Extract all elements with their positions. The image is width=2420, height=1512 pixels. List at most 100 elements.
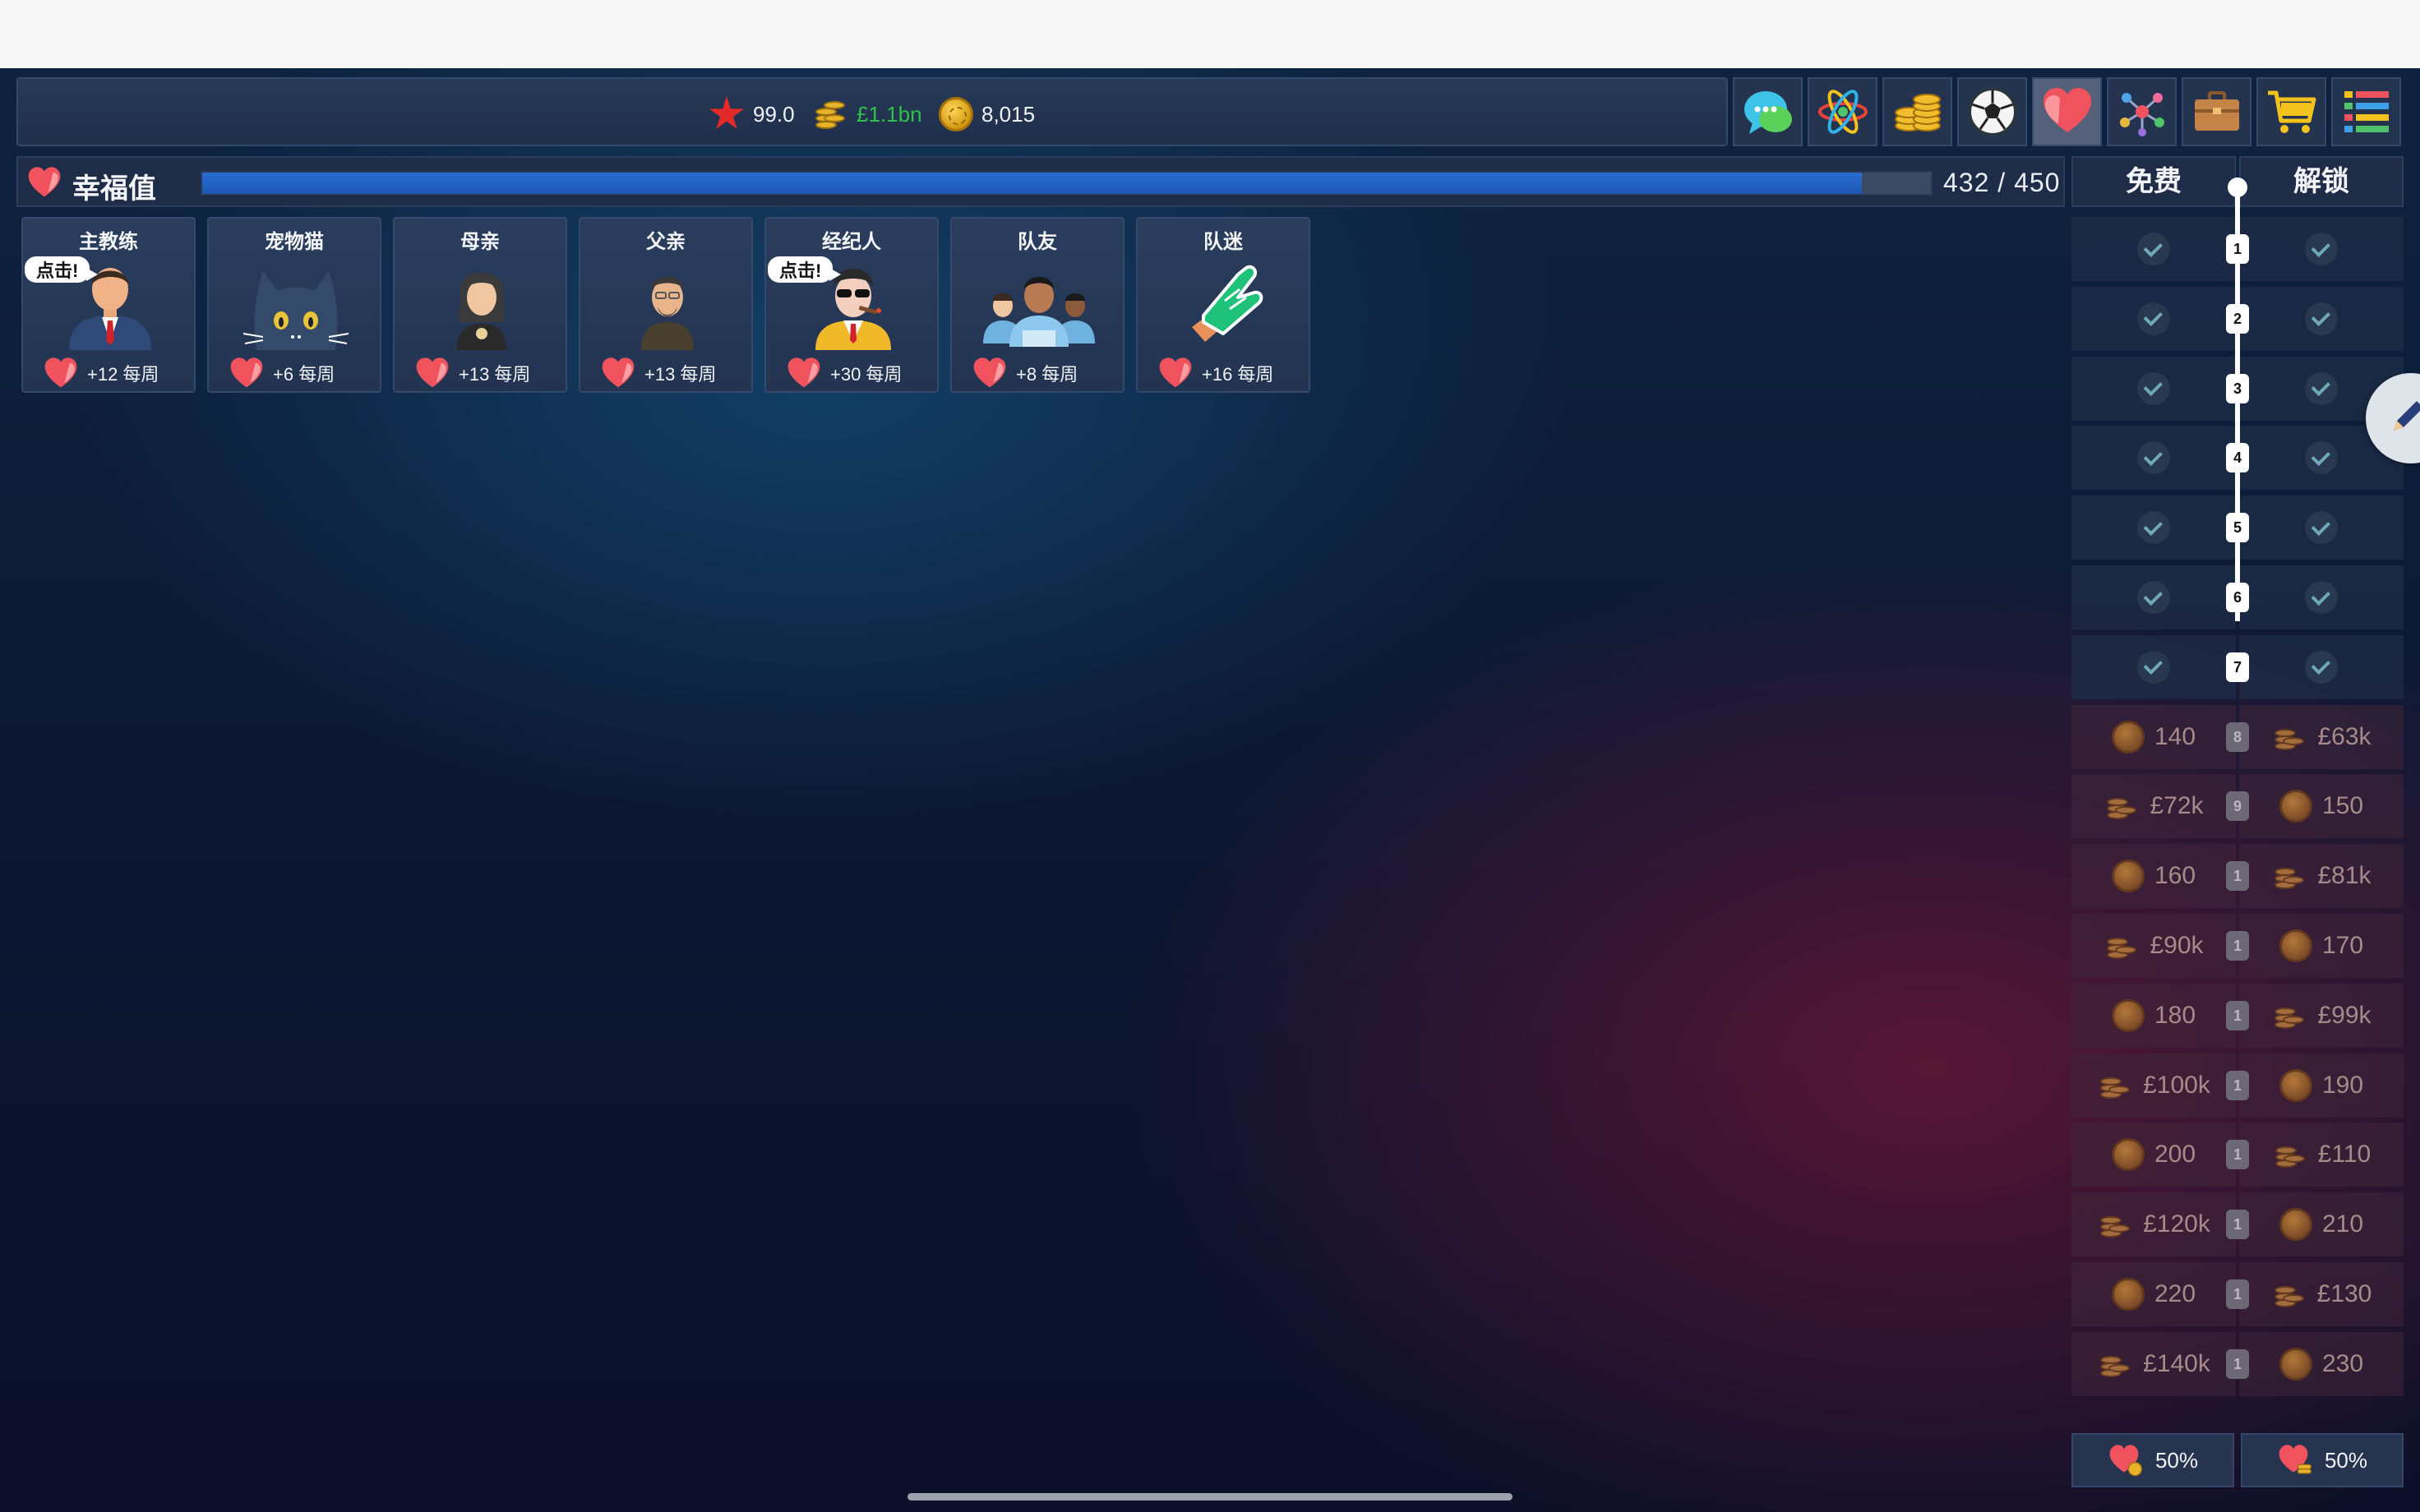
nav-football-button[interactable] xyxy=(1957,77,2027,146)
card-bonus: +13 每周 xyxy=(414,357,530,390)
teammates-icon xyxy=(983,277,1095,347)
free-reward-cell[interactable]: 200 xyxy=(2071,1122,2236,1187)
nav-shop-button[interactable] xyxy=(2256,77,2326,146)
cash-stack-icon xyxy=(2104,929,2140,962)
unlock-reward-cell[interactable] xyxy=(2239,286,2404,351)
card-mother[interactable]: 母亲 +13 每周 xyxy=(393,217,567,393)
reward-amount: 190 xyxy=(2321,1071,2364,1099)
home-indicator[interactable] xyxy=(908,1493,1512,1500)
unlock-reward-cell[interactable]: 170 xyxy=(2239,914,2404,978)
check-icon xyxy=(2137,233,2170,265)
father-icon xyxy=(641,277,694,350)
mother-icon xyxy=(457,272,506,350)
resource-bar: 99.0 £1.1bn 8,015 xyxy=(16,77,1728,146)
free-reward-cell[interactable]: £140k xyxy=(2071,1331,2236,1396)
card-bonus: +16 每周 xyxy=(1157,357,1273,390)
cash-stack-icon xyxy=(2271,721,2307,754)
reward-amount: 200 xyxy=(2154,1141,2196,1169)
free-reward-cell[interactable] xyxy=(2071,634,2236,699)
free-reward-cell[interactable]: 160 xyxy=(2071,844,2236,909)
unlock-reward-cell[interactable]: £81k xyxy=(2239,844,2404,909)
card-name: 主教练 xyxy=(79,231,138,253)
reward-amount: 150 xyxy=(2321,792,2364,820)
reward-amount: 140 xyxy=(2154,722,2196,750)
unlock-multiplier[interactable]: 50% xyxy=(2241,1433,2404,1487)
check-icon xyxy=(2305,371,2338,405)
card-bonus: +13 每周 xyxy=(600,357,716,390)
unlock-reward-cell[interactable]: 150 xyxy=(2239,774,2404,839)
unlock-reward-cell[interactable]: 230 xyxy=(2239,1331,2404,1396)
free-reward-cell[interactable] xyxy=(2071,286,2236,351)
cart-icon xyxy=(2267,90,2316,133)
check-icon xyxy=(2305,302,2338,335)
unlock-reward-cell[interactable]: £110 xyxy=(2239,1122,2404,1187)
reward-amount: £72k xyxy=(2150,792,2204,820)
free-reward-cell[interactable]: £100k xyxy=(2071,1053,2236,1118)
nav-finance-button[interactable] xyxy=(1882,77,1952,146)
chat-icon xyxy=(1743,91,1792,134)
rating-value: 99.0 xyxy=(753,101,795,127)
free-reward-cell[interactable] xyxy=(2071,217,2236,281)
unlock-reward-cell[interactable]: 190 xyxy=(2239,1053,2404,1118)
nav-career-button[interactable] xyxy=(2182,77,2251,146)
heart-icon xyxy=(602,357,635,388)
reward-amount: £110 xyxy=(2317,1141,2372,1169)
heart-icon xyxy=(44,357,77,388)
reward-amount: £63k xyxy=(2317,722,2372,750)
nav-chat-button[interactable] xyxy=(1733,77,1803,146)
heart-icon xyxy=(973,357,1006,388)
reward-amount: 230 xyxy=(2321,1349,2364,1377)
free-reward-cell[interactable]: £120k xyxy=(2071,1192,2236,1257)
check-icon xyxy=(2305,233,2338,265)
free-reward-cell[interactable]: 180 xyxy=(2071,983,2236,1048)
check-icon xyxy=(2137,371,2170,405)
card-teammates[interactable]: 队友 +8 每周 xyxy=(950,217,1125,393)
relationship-cards: 主教练 点击! +12 每周 宠物猫 +6 每周 母亲 +13 每周 父亲 +1… xyxy=(21,217,1310,393)
happiness-title: 幸福值 xyxy=(72,173,156,205)
card-agent[interactable]: 经纪人 点击! +30 每周 xyxy=(764,217,939,393)
unlock-reward-cell[interactable]: £99k xyxy=(2239,983,2404,1048)
free-reward-cell[interactable]: 140 xyxy=(2071,704,2236,769)
nav-network-button[interactable] xyxy=(2107,77,2177,146)
unlock-reward-cell[interactable]: £130 xyxy=(2239,1262,2404,1326)
check-icon xyxy=(2305,511,2338,545)
card-head-coach[interactable]: 主教练 点击! +12 每周 xyxy=(21,217,196,393)
cash-stack-icon xyxy=(2272,1138,2308,1171)
level-marker: 1 xyxy=(2226,1140,2249,1170)
nav-atom-button[interactable] xyxy=(1808,77,1877,146)
free-reward-cell[interactable]: 220 xyxy=(2071,1262,2236,1326)
free-reward-cell[interactable] xyxy=(2071,426,2236,491)
free-multiplier[interactable]: 50% xyxy=(2071,1433,2234,1487)
tap-bubble[interactable]: 点击! xyxy=(25,256,99,283)
coin-icon xyxy=(2111,1138,2145,1172)
heart-icon xyxy=(416,357,449,388)
card-fans[interactable]: 队迷 +16 每周 xyxy=(1136,217,1310,393)
game-background: 99.0 £1.1bn 8,015 幸福值 432 / 450 主教练 点击! … xyxy=(0,0,2420,1512)
heart-icon xyxy=(1159,357,1192,388)
nav-happiness-button[interactable] xyxy=(2032,77,2102,146)
coin-icon xyxy=(2279,1208,2312,1242)
unlock-reward-cell[interactable] xyxy=(2239,634,2404,699)
unlock-reward-cell[interactable] xyxy=(2239,496,2404,560)
track-spine-cap xyxy=(2228,177,2247,197)
list-icon xyxy=(2344,91,2389,132)
money-value: £1.1bn xyxy=(857,101,922,127)
happiness-progress-fill xyxy=(202,173,1862,194)
free-reward-cell[interactable] xyxy=(2071,565,2236,629)
free-reward-cell[interactable]: £90k xyxy=(2071,914,2236,978)
level-marker: 1 xyxy=(2226,1279,2249,1309)
reward-amount: £81k xyxy=(2317,862,2372,890)
unlock-reward-cell[interactable]: £63k xyxy=(2239,704,2404,769)
check-icon xyxy=(2305,441,2338,475)
tap-bubble[interactable]: 点击! xyxy=(768,256,842,283)
card-father[interactable]: 父亲 +13 每周 xyxy=(579,217,753,393)
free-reward-cell[interactable] xyxy=(2071,496,2236,560)
unlock-reward-cell[interactable] xyxy=(2239,565,2404,629)
free-reward-cell[interactable]: £72k xyxy=(2071,774,2236,839)
card-bonus: +12 每周 xyxy=(43,357,159,390)
card-pet-cat[interactable]: 宠物猫 +6 每周 xyxy=(207,217,381,393)
nav-menu-button[interactable] xyxy=(2331,77,2401,146)
unlock-reward-cell[interactable] xyxy=(2239,217,2404,281)
free-reward-cell[interactable] xyxy=(2071,356,2236,421)
unlock-reward-cell[interactable]: 210 xyxy=(2239,1192,2404,1257)
